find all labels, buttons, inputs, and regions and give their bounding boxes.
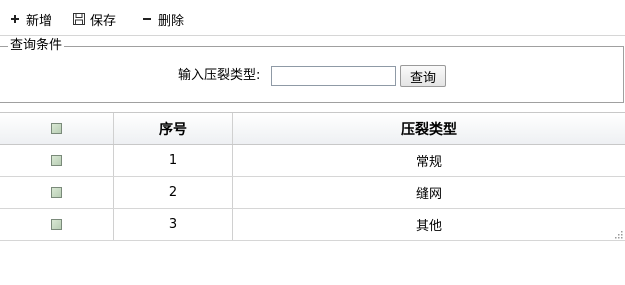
query-button[interactable]: 查询 (400, 65, 446, 87)
table-row[interactable]: 3 其他 (0, 209, 625, 241)
row-fracture-type: 常规 (415, 155, 442, 170)
select-all-checkbox[interactable] (51, 123, 62, 134)
row-checkbox-cell (0, 177, 114, 208)
table-row[interactable]: 2 缝网 (0, 177, 625, 209)
save-button-label: 保存 (90, 13, 117, 29)
fracture-type-input[interactable] (271, 66, 396, 86)
row-checkbox-cell (0, 145, 114, 176)
row-fracture-type: 缝网 (415, 187, 442, 202)
header-fracture-type[interactable]: 压裂类型 (233, 113, 625, 144)
resize-grip-icon[interactable] (613, 231, 623, 239)
grid-header: 序号 压裂类型 (0, 112, 625, 145)
row-fracture-type: 其他 (415, 219, 442, 234)
minus-icon (140, 12, 154, 26)
toolbar-divider (0, 35, 625, 36)
header-checkbox-cell (0, 113, 114, 144)
toolbar: 新增 保存 删除 (0, 0, 625, 36)
floppy-disk-icon (72, 12, 86, 26)
row-checkbox[interactable] (51, 187, 62, 198)
row-no: 2 (114, 177, 233, 208)
row-checkbox[interactable] (51, 219, 62, 230)
header-no[interactable]: 序号 (114, 113, 233, 144)
add-button[interactable]: 新增 (8, 9, 52, 29)
save-button[interactable]: 保存 (72, 9, 116, 29)
plus-icon (8, 12, 22, 26)
row-checkbox[interactable] (51, 155, 62, 166)
row-no: 1 (114, 145, 233, 176)
delete-button-label: 删除 (158, 13, 185, 29)
add-button-label: 新增 (26, 13, 53, 29)
query-legend: 查询条件 (8, 38, 65, 54)
row-checkbox-cell (0, 209, 114, 240)
row-no: 3 (114, 209, 233, 240)
table-row[interactable]: 1 常规 (0, 145, 625, 177)
fracture-type-label: 输入压裂类型: (178, 68, 261, 83)
delete-button[interactable]: 删除 (140, 9, 184, 29)
